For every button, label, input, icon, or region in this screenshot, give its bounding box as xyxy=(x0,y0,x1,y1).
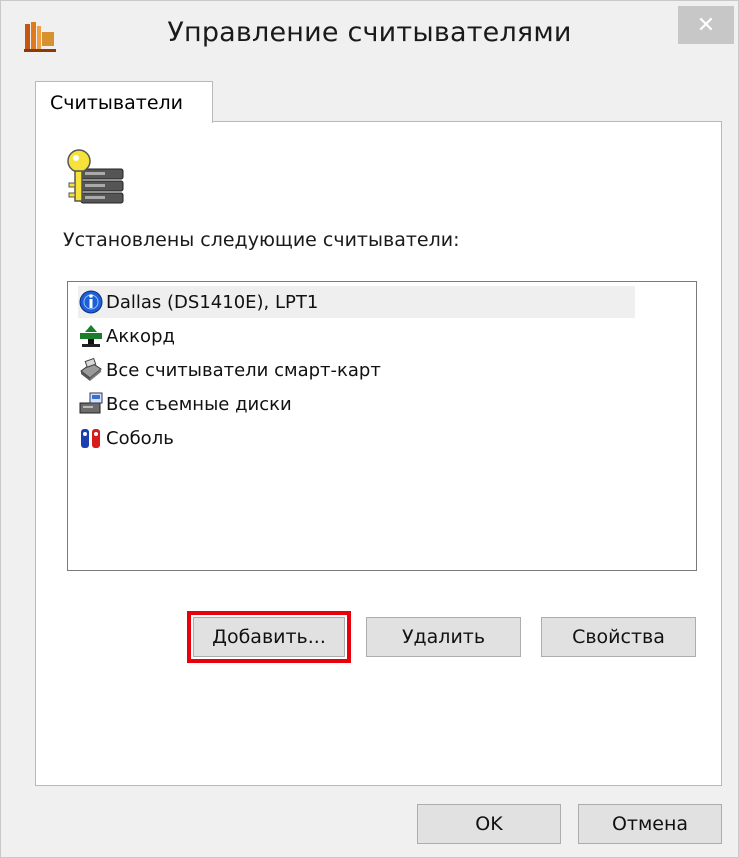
add-button[interactable]: Добавить... xyxy=(187,611,351,663)
window-title: Управление считывателями xyxy=(167,17,572,48)
reader-management-dialog: Управление считывателями ✕ Считыватели У… xyxy=(0,0,739,858)
list-item-label: Соболь xyxy=(106,427,174,449)
network-device-icon xyxy=(80,325,102,347)
info-circle-icon xyxy=(79,290,103,314)
list-item[interactable]: Dallas (DS1410E), LPT1 xyxy=(78,286,635,318)
list-item[interactable]: Все съемные диски xyxy=(78,388,635,420)
list-item-label: Все съемные диски xyxy=(106,393,292,415)
cancel-button[interactable]: Отмена xyxy=(578,804,722,844)
remove-button[interactable]: Удалить xyxy=(366,617,521,657)
title-bar: Управление считывателями ✕ xyxy=(1,1,738,73)
tab-readers[interactable]: Считыватели xyxy=(35,81,213,123)
list-item-label: Все считыватели смарт-карт xyxy=(106,359,381,381)
close-icon: ✕ xyxy=(696,12,716,38)
smart-card-reader-icon xyxy=(80,357,102,381)
removable-disk-icon xyxy=(79,392,103,414)
ok-button[interactable]: OK xyxy=(417,804,561,844)
keys-and-disks-icon xyxy=(67,149,124,204)
properties-button[interactable]: Свойства xyxy=(541,617,696,657)
list-item[interactable]: Соболь xyxy=(78,422,635,454)
list-item-label: Dallas (DS1410E), LPT1 xyxy=(106,291,319,313)
list-item[interactable]: Все считыватели смарт-карт xyxy=(78,354,635,386)
readers-listbox[interactable]: Dallas (DS1410E), LPT1 Аккорд Все считыв… xyxy=(67,281,697,571)
sobol-icon xyxy=(81,429,100,448)
close-button[interactable]: ✕ xyxy=(678,6,734,44)
installed-readers-label: Установлены следующие считыватели: xyxy=(63,229,460,251)
list-item-label: Аккорд xyxy=(106,325,175,347)
list-item[interactable]: Аккорд xyxy=(78,320,635,352)
